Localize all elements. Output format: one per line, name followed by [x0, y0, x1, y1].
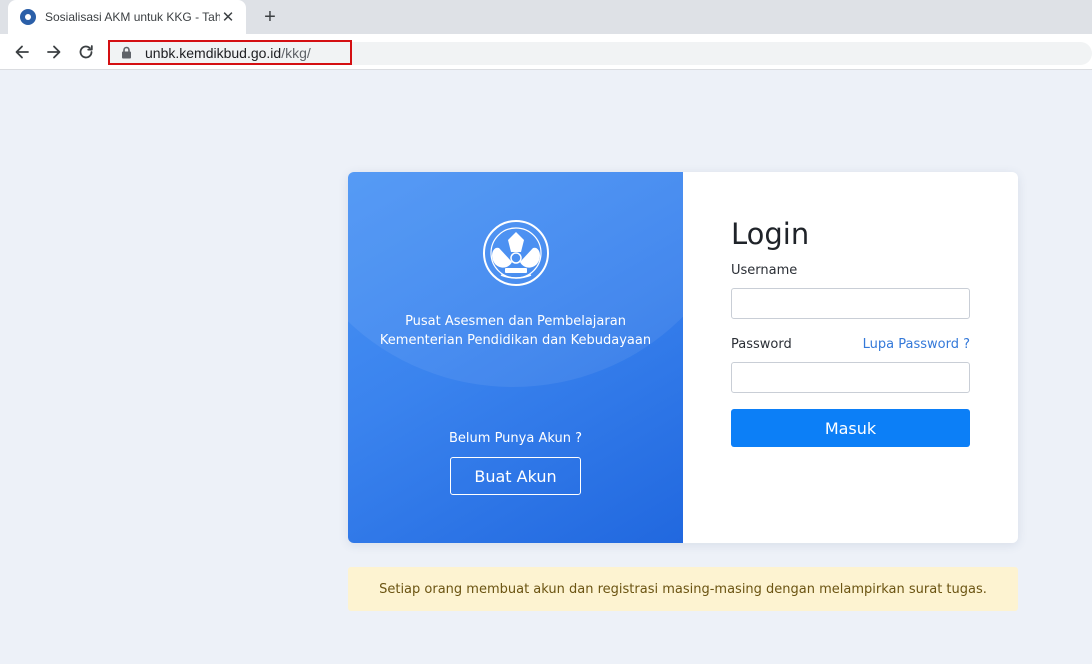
create-account-button[interactable]: Buat Akun — [450, 457, 581, 495]
login-submit-button[interactable]: Masuk — [731, 409, 970, 447]
url-path: /kkg/ — [281, 44, 311, 61]
reload-icon[interactable] — [72, 38, 100, 66]
address-bar[interactable]: unbk.kemdikbud.go.id/kkg/ — [108, 40, 352, 65]
no-account-prompt: Belum Punya Akun ? — [449, 431, 582, 446]
login-form: Login Username Password Lupa Password ? … — [683, 172, 1018, 543]
lock-icon — [121, 46, 133, 60]
site-favicon-icon — [20, 9, 36, 25]
username-input[interactable] — [731, 288, 970, 319]
login-card: Pusat Asesmen dan Pembelajaran Kementeri… — [348, 172, 1018, 543]
url-host: unbk.kemdikbud.go.id — [145, 44, 282, 61]
organization-name-line2: Kementerian Pendidikan dan Kebudayaan — [379, 333, 652, 348]
url-text[interactable]: unbk.kemdikbud.go.id/kkg/ — [145, 45, 311, 61]
info-panel: Pusat Asesmen dan Pembelajaran Kementeri… — [348, 172, 683, 543]
username-label: Username — [731, 263, 798, 278]
tab-title: Sosialisasi AKM untuk KKG - Tahun — [45, 10, 221, 24]
tut-wuri-handayani-logo-icon — [481, 218, 551, 288]
organization-name-line1: Pusat Asesmen dan Pembelajaran — [405, 314, 626, 329]
close-tab-icon[interactable]: ✕ — [220, 9, 236, 25]
back-arrow-icon[interactable] — [8, 38, 36, 66]
info-notice: Setiap orang membuat akun dan registrasi… — [348, 567, 1018, 611]
page-title: Login — [731, 217, 810, 251]
browser-tab-bar: Sosialisasi AKM untuk KKG - Tahun ✕ + — [0, 0, 1092, 34]
forgot-password-link[interactable]: Lupa Password ? — [863, 337, 970, 352]
password-label: Password — [731, 337, 792, 352]
browser-toolbar: unbk.kemdikbud.go.id/kkg/ — [0, 34, 1092, 70]
browser-tab[interactable]: Sosialisasi AKM untuk KKG - Tahun ✕ — [8, 0, 246, 34]
new-tab-icon[interactable]: + — [259, 6, 281, 28]
forward-arrow-icon[interactable] — [40, 38, 68, 66]
password-input[interactable] — [731, 362, 970, 393]
address-bar-background[interactable] — [352, 42, 1092, 65]
